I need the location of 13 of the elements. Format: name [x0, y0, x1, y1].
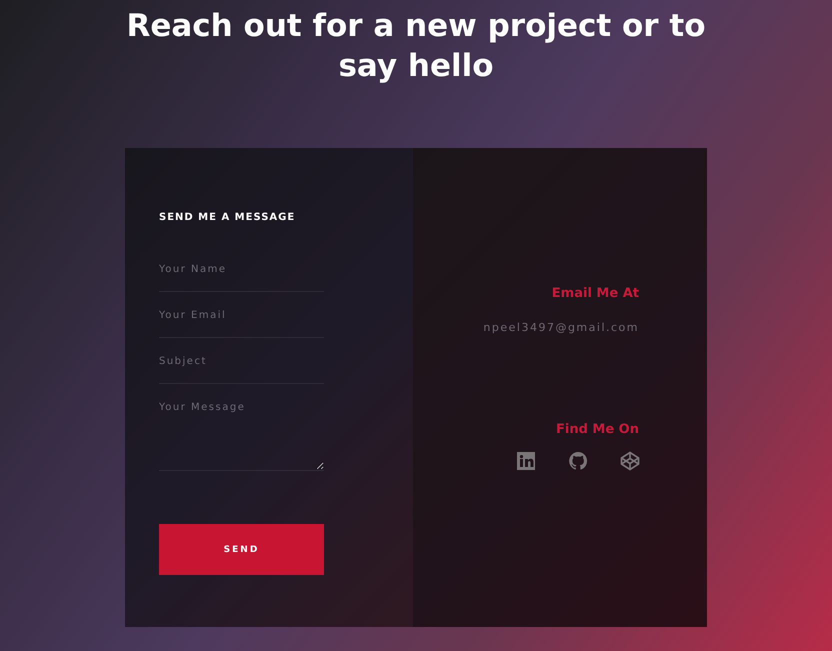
send-button[interactable]: SEND — [159, 524, 324, 575]
input-field[interactable]: Your Name — [159, 255, 324, 292]
social-title: Find Me On — [556, 422, 639, 437]
cube-icon[interactable] — [620, 451, 640, 471]
cat-logo-icon[interactable] — [568, 451, 588, 471]
input-field[interactable]: Subject — [159, 347, 324, 384]
message-field[interactable]: Your Message — [159, 393, 324, 471]
input-field[interactable]: Your Email — [159, 301, 324, 338]
form-title: SEND ME A MESSAGE — [159, 212, 296, 223]
email-address: npeel3497@gmail.com — [483, 321, 639, 334]
email-title: Email Me At — [552, 286, 639, 301]
square-logo-icon[interactable] — [516, 451, 536, 471]
page-heading: Reach out for a new project or to say hello — [125, 7, 707, 86]
